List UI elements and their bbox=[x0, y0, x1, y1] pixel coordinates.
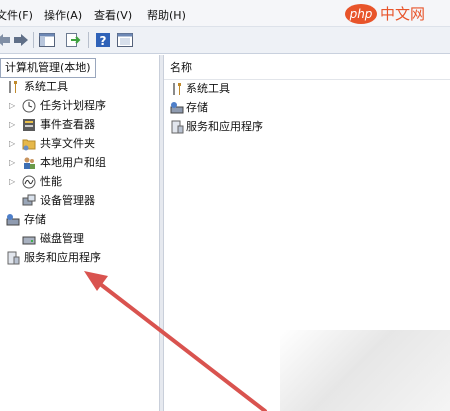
console-tree: 计算机管理(本地) 系统工具 ▷ 任务计划程序 ▷ 事件查看器 ▷ 共享文件夹 … bbox=[0, 55, 159, 411]
list-item-storage[interactable]: 存储 bbox=[168, 99, 438, 117]
tree-item-system-tools[interactable]: 系统工具 bbox=[0, 78, 158, 96]
storage-icon bbox=[170, 101, 184, 115]
expand-arrow-icon[interactable]: ▷ bbox=[9, 138, 17, 150]
event-viewer-icon bbox=[22, 118, 36, 132]
expand-arrow-icon[interactable]: ▷ bbox=[9, 176, 17, 188]
tree-item-services-applications[interactable]: 服务和应用程序 bbox=[0, 249, 158, 267]
tree-item-task-scheduler[interactable]: ▷ 任务计划程序 bbox=[0, 97, 158, 115]
back-icon[interactable] bbox=[0, 31, 12, 49]
forward-icon[interactable] bbox=[12, 31, 30, 49]
tree-item-performance[interactable]: ▷ 性能 bbox=[0, 173, 158, 191]
storage-icon bbox=[6, 213, 20, 227]
users-icon bbox=[22, 156, 36, 170]
clock-icon bbox=[22, 99, 36, 113]
menu-action[interactable]: 操作(A) bbox=[44, 7, 82, 23]
properties-icon[interactable] bbox=[116, 31, 134, 49]
column-header-name[interactable]: 名称 bbox=[164, 57, 450, 80]
expand-arrow-icon[interactable]: ▷ bbox=[9, 157, 17, 169]
expand-arrow-icon[interactable]: ▷ bbox=[9, 119, 17, 131]
tools-icon bbox=[170, 82, 184, 96]
export-list-icon[interactable] bbox=[63, 31, 81, 49]
shared-folder-icon bbox=[22, 137, 36, 151]
php-logo: php 中文网 bbox=[344, 2, 442, 26]
tree-item-local-users-groups[interactable]: ▷ 本地用户和组 bbox=[0, 154, 158, 172]
toolbar-separator bbox=[33, 32, 34, 48]
tree-item-disk-management[interactable]: 磁盘管理 bbox=[0, 230, 158, 248]
menu-file[interactable]: 文件(F) bbox=[0, 7, 33, 23]
menu-bar: 文件(F) 操作(A) 查看(V) 帮助(H) php 中文网 bbox=[0, 0, 450, 27]
performance-icon bbox=[22, 175, 36, 189]
toolbar: ? bbox=[0, 27, 450, 54]
svg-text:?: ? bbox=[100, 34, 107, 48]
help-icon[interactable]: ? bbox=[94, 31, 112, 49]
image-noise-overlay bbox=[280, 330, 450, 411]
tools-icon bbox=[6, 80, 20, 94]
device-manager-icon bbox=[22, 194, 36, 208]
menu-view[interactable]: 查看(V) bbox=[94, 7, 132, 23]
tree-root-label: 计算机管理(本地) bbox=[5, 61, 91, 74]
services-icon bbox=[6, 251, 20, 265]
site-logo-text: 中文网 bbox=[380, 5, 425, 23]
show-hide-console-tree-icon[interactable] bbox=[38, 31, 56, 49]
list-item-services-applications[interactable]: 服务和应用程序 bbox=[168, 118, 438, 136]
tree-root-computer-management[interactable]: 计算机管理(本地) bbox=[0, 58, 96, 78]
services-icon bbox=[170, 120, 184, 134]
toolbar-separator bbox=[88, 32, 89, 48]
menu-help[interactable]: 帮助(H) bbox=[147, 7, 186, 23]
tree-item-shared-folders[interactable]: ▷ 共享文件夹 bbox=[0, 135, 158, 153]
tree-item-event-viewer[interactable]: ▷ 事件查看器 bbox=[0, 116, 158, 134]
expand-arrow-icon[interactable]: ▷ bbox=[9, 100, 17, 112]
disk-icon bbox=[22, 232, 36, 246]
php-logo-text: php bbox=[349, 7, 373, 21]
list-item-system-tools[interactable]: 系统工具 bbox=[168, 80, 438, 98]
tree-item-storage[interactable]: 存储 bbox=[0, 211, 158, 229]
tree-item-device-manager[interactable]: 设备管理器 bbox=[0, 192, 158, 210]
